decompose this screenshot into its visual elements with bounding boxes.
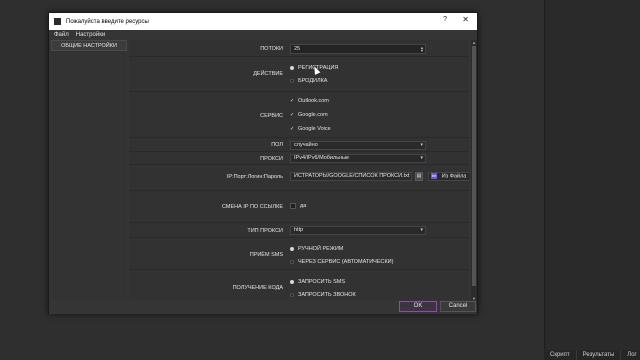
tab-results[interactable]: Результаты — [577, 350, 622, 360]
radio-selected-icon — [290, 247, 294, 251]
settings-panel: ПОТОКИ 25 ▲ ▼ ДЕЙСТВИЕ РЕГИСТРАЦИЯ БРОДИЛ… — [129, 40, 469, 302]
tab-log[interactable]: Лог — [621, 350, 640, 360]
code-receive-label: ПОЛУЧЕНИЕ КОДА — [232, 285, 283, 291]
scroll-up-icon[interactable]: ▲ — [471, 40, 477, 45]
ip-change-checkbox[interactable]: да — [290, 203, 306, 209]
gender-label: ПОЛ — [271, 142, 283, 148]
row-proxy-type: ТИП ПРОКСИ http ▾ — [129, 223, 469, 238]
checkbox-icon — [290, 203, 296, 209]
chevron-down-icon: ▾ — [420, 142, 423, 148]
menu-settings[interactable]: Настройки — [76, 32, 105, 38]
service-google[interactable]: ✓ Google.com — [290, 112, 328, 118]
proxy-file-path-value: ИСТРАТОРЫ/GOOGLE/СПИСОК ПРОКСИ.txt — [294, 173, 410, 179]
sms-option-service[interactable]: ЧЕРЕЗ СЕРВИС (АВТОМАТИЧЕСКИ) — [290, 259, 393, 265]
code-option-call-label: ЗАПРОСИТЬ ЗВОНОК — [298, 292, 356, 298]
sidebar: ОБЩИЕ НАСТРОЙКИ — [51, 40, 127, 302]
vertical-scroll-thumb[interactable] — [472, 46, 476, 286]
service-outlook-label: Outlook.com — [298, 98, 329, 104]
menu-bar: Файл Настройки — [49, 30, 477, 40]
checkmark-icon: ✓ — [290, 126, 295, 132]
threads-label: ПОТОКИ — [260, 46, 283, 52]
radio-icon — [290, 293, 294, 297]
close-button[interactable]: ✕ — [462, 15, 469, 24]
chevron-down-icon: ▾ — [420, 227, 423, 233]
ip-change-checkbox-label: да — [300, 203, 307, 209]
chevron-down-icon: ▾ — [420, 155, 423, 161]
threads-spinbox[interactable]: 25 ▲ ▼ — [290, 44, 426, 54]
proxy-type-select[interactable]: http ▾ — [290, 226, 426, 235]
right-panel — [544, 0, 640, 360]
service-outlook[interactable]: ✓ Outlook.com — [290, 98, 329, 104]
service-google-label: Google.com — [298, 112, 328, 118]
proxy-select[interactable]: IPv4/IPv6/Мобильные ▾ — [290, 154, 426, 163]
proxy-value: IPv4/IPv6/Мобильные — [294, 155, 350, 161]
tab-script[interactable]: Скрипт — [544, 350, 577, 360]
row-service: СЕРВИС ✓ Outlook.com ✓ Google.com ✓ Goog… — [129, 92, 469, 138]
row-ip-change: СМЕНА IP ПО ССЫЛКЕ да — [129, 191, 469, 223]
proxy-file-path[interactable]: ИСТРАТОРЫ/GOOGLE/СПИСОК ПРОКСИ.txt — [290, 172, 412, 181]
checkmark-icon: ✓ — [290, 112, 295, 118]
dialog-titlebar: Пожалуйста введите ресурсы ? ✕ — [49, 13, 477, 30]
radio-selected-icon — [290, 280, 294, 284]
sms-receive-label: ПРИЁМ SMS — [249, 252, 283, 258]
help-button[interactable]: ? — [443, 16, 447, 23]
code-option-call[interactable]: ЗАПРОСИТЬ ЗВОНОК — [290, 292, 356, 298]
dialog-title: Пожалуйста введите ресурсы — [66, 18, 149, 25]
gender-select[interactable]: случайно ▾ — [290, 141, 426, 150]
ok-button[interactable]: OK — [399, 301, 437, 312]
menu-file[interactable]: Файл — [54, 32, 69, 38]
radio-icon — [290, 260, 294, 264]
gender-value: случайно — [294, 142, 318, 148]
action-option-browse-label: БРОДИЛКА — [298, 78, 328, 84]
general-settings-button[interactable]: ОБЩИЕ НАСТРОЙКИ — [51, 40, 127, 51]
txt-file-icon: txt — [431, 173, 438, 179]
proxy-source-select[interactable]: txt Из Файла ▾ — [428, 172, 469, 181]
spin-arrows-icon[interactable]: ▲ ▼ — [420, 46, 424, 53]
proxy-type-value: http — [294, 227, 304, 233]
row-sms-receive: ПРИЁМ SMS РУЧНОЙ РЕЖИМ ЧЕРЕЗ СЕРВИС (АВТ… — [129, 238, 469, 270]
sms-option-service-label: ЧЕРЕЗ СЕРВИС (АВТОМАТИЧЕСКИ) — [298, 259, 394, 265]
cancel-button[interactable]: Cancel — [440, 301, 476, 312]
dialog-body: ОБЩИЕ НАСТРОЙКИ ПОТОКИ 25 ▲ ▼ ДЕЙСТВИЕ РЕ… — [49, 40, 477, 313]
dialog-footer: OK Cancel — [49, 300, 477, 314]
service-label: СЕРВИС — [260, 113, 283, 119]
code-option-sms[interactable]: ЗАПРОСИТЬ SMS — [290, 279, 345, 285]
row-threads: ПОТОКИ 25 ▲ ▼ — [129, 40, 469, 57]
sms-option-manual-label: РУЧНОЙ РЕЖИМ — [298, 246, 344, 252]
row-gender: ПОЛ случайно ▾ — [129, 138, 469, 152]
sms-option-manual[interactable]: РУЧНОЙ РЕЖИМ — [290, 246, 343, 252]
action-label: ДЕЙСТВИЕ — [253, 71, 283, 77]
service-google-voice[interactable]: ✓ Google Voice — [290, 126, 331, 132]
row-action: ДЕЙСТВИЕ РЕГИСТРАЦИЯ БРОДИЛКА — [129, 57, 469, 92]
proxy-label: ПРОКСИ — [260, 156, 283, 162]
proxy-source-value: Из Файла — [441, 173, 467, 180]
ip-change-label: СМЕНА IP ПО ССЫЛКЕ — [221, 204, 283, 210]
service-google-voice-label: Google Voice — [298, 126, 331, 132]
radio-selected-icon — [290, 66, 294, 70]
proxy-type-label: ТИП ПРОКСИ — [247, 228, 283, 234]
vertical-scrollbar[interactable]: ▲ ▼ — [471, 40, 477, 302]
browse-file-icon[interactable]: ▤ — [415, 172, 423, 181]
bottom-tabs: Скрипт Результаты Лог — [544, 350, 640, 360]
radio-icon — [290, 79, 294, 83]
action-option-browse[interactable]: БРОДИЛКА — [290, 78, 327, 84]
resources-dialog: Пожалуйста введите ресурсы ? ✕ Файл Наст… — [48, 12, 478, 314]
proxy-list-label: IP:Порт:Логин:Пароль — [226, 174, 283, 180]
row-proxy-list: IP:Порт:Логин:Пароль ИСТРАТОРЫ/GOOGLE/СП… — [129, 165, 469, 191]
threads-value: 25 — [294, 46, 301, 52]
row-code-receive: ПОЛУЧЕНИЕ КОДА ЗАПРОСИТЬ SMS ЗАПРОСИТЬ З… — [129, 270, 469, 302]
app-icon — [54, 18, 61, 25]
checkmark-icon: ✓ — [290, 98, 295, 104]
row-proxy: ПРОКСИ IPv4/IPv6/Мобильные ▾ — [129, 152, 469, 165]
code-option-sms-label: ЗАПРОСИТЬ SMS — [298, 279, 346, 285]
